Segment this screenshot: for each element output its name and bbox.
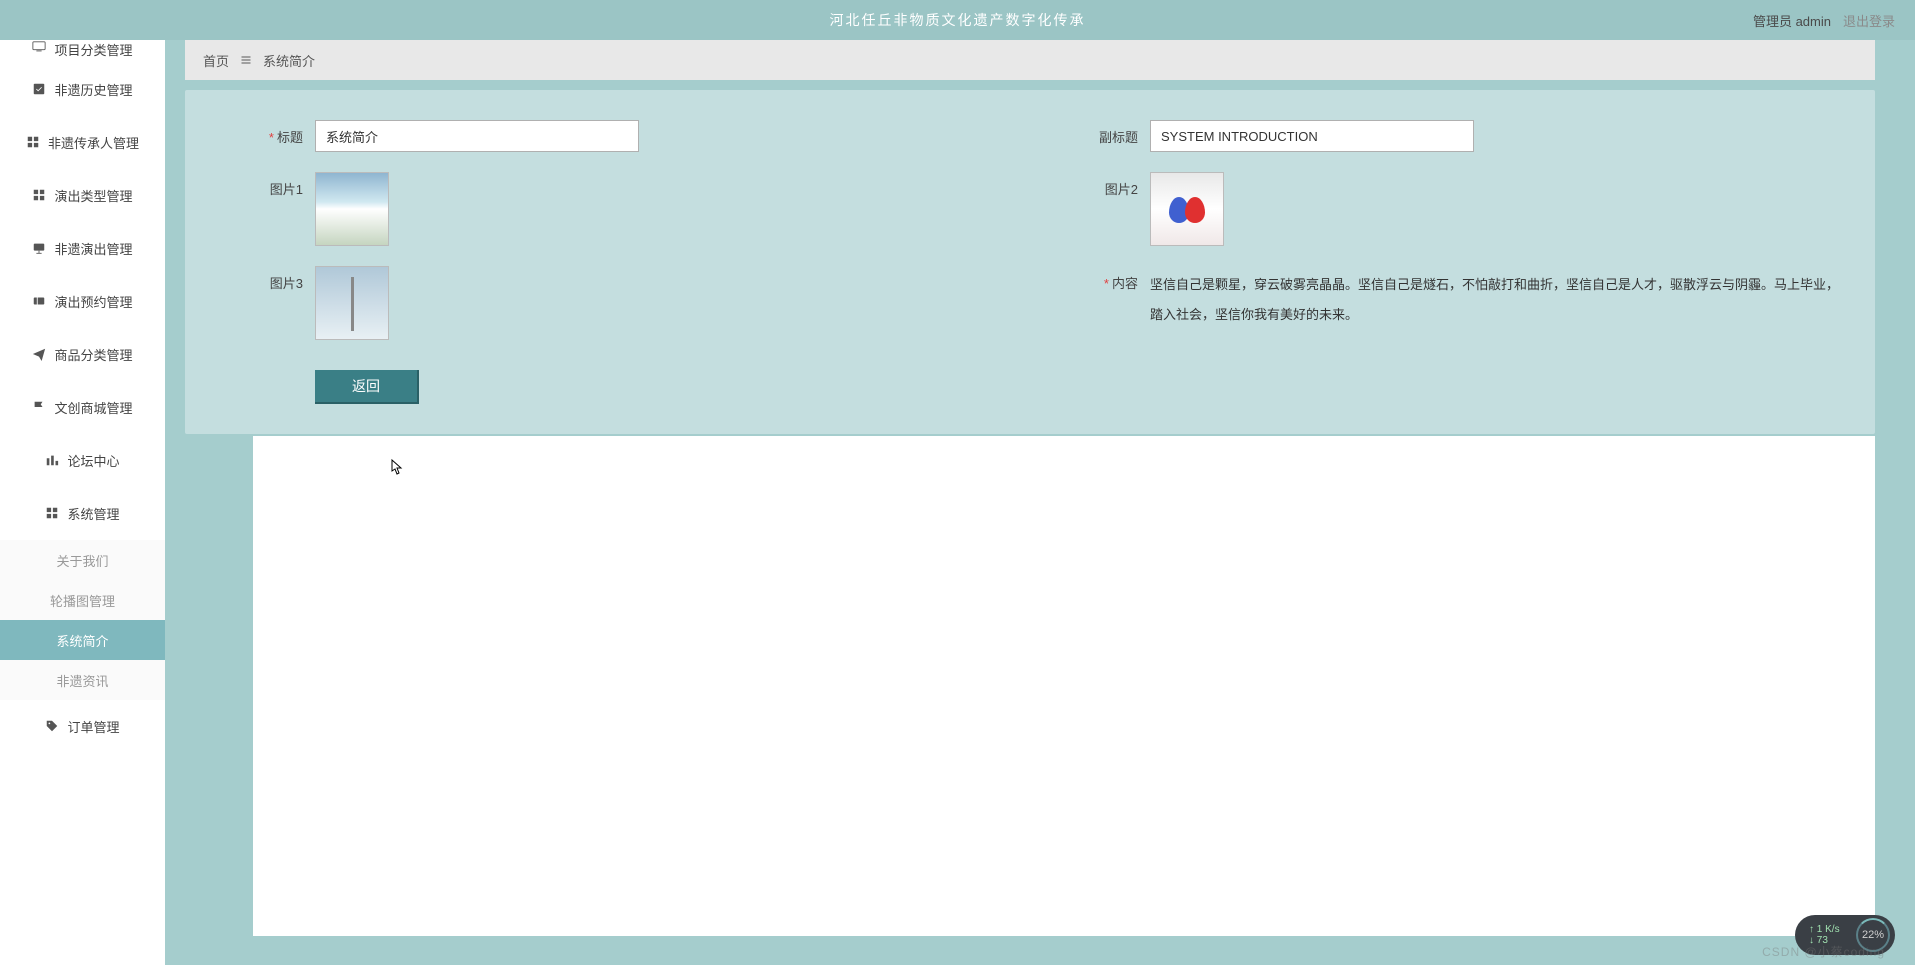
grid-icon xyxy=(45,506,59,520)
field-image2: 图片2 xyxy=(1050,172,1845,246)
image3-thumbnail[interactable] xyxy=(315,266,389,340)
sidebar: 项目分类管理 非遗历史管理 非遗传承人管理 演出类型管理 非遗演出管理 演出预约… xyxy=(0,40,165,965)
presentation-icon xyxy=(32,241,46,255)
breadcrumb-home[interactable]: 首页 xyxy=(203,51,229,70)
back-button[interactable]: 返回 xyxy=(315,370,419,404)
tag-icon xyxy=(45,719,59,733)
field-image3: 图片3 xyxy=(215,266,1010,340)
sidebar-item-heritage-history[interactable]: 非遗历史管理 xyxy=(0,63,165,115)
sidebar-sub-carousel[interactable]: 轮播图管理 xyxy=(0,580,165,620)
sidebar-item-creative-mall[interactable]: 文创商城管理 xyxy=(0,381,165,433)
sidebar-item-product-category[interactable]: 商品分类管理 xyxy=(0,328,165,380)
content-area: 首页 系统简介 *标题 副标题 图片1 xyxy=(165,40,1915,965)
sidebar-item-label: 商品分类管理 xyxy=(54,345,132,364)
top-header: 河北任丘非物质文化遗产数字化传承 管理员 admin 退出登录 xyxy=(0,0,1915,40)
sidebar-item-label: 论坛中心 xyxy=(67,451,119,470)
ticket-icon xyxy=(32,294,46,308)
send-icon xyxy=(32,347,46,361)
flag-icon xyxy=(32,400,46,414)
breadcrumb-separator-icon xyxy=(239,54,253,66)
title-input[interactable] xyxy=(315,120,639,152)
content-text: 坚信自己是颗星，穿云破雾亮晶晶。坚信自己是燧石，不怕敲打和曲折，坚信自己是人才，… xyxy=(1150,266,1845,330)
sidebar-item-inheritor[interactable]: 非遗传承人管理 xyxy=(0,116,165,168)
sidebar-item-forum[interactable]: 论坛中心 xyxy=(0,434,165,486)
sidebar-item-label: 非遗传承人管理 xyxy=(48,133,139,152)
subtitle-input[interactable] xyxy=(1150,120,1474,152)
sidebar-sub-heritage-news[interactable]: 非遗资讯 xyxy=(0,660,165,700)
sidebar-item-project-category[interactable]: 项目分类管理 xyxy=(0,40,165,62)
image1-thumbnail[interactable] xyxy=(315,172,389,246)
field-subtitle: 副标题 xyxy=(1050,120,1845,152)
bars-icon xyxy=(45,453,59,467)
field-content: *内容 坚信自己是颗星，穿云破雾亮晶晶。坚信自己是燧石，不怕敲打和曲折，坚信自己… xyxy=(1050,266,1845,340)
sidebar-item-label: 演出类型管理 xyxy=(54,186,132,205)
sidebar-item-orders[interactable]: 订单管理 xyxy=(0,700,165,752)
logout-link[interactable]: 退出登录 xyxy=(1843,11,1895,30)
breadcrumb-current: 系统简介 xyxy=(263,51,315,70)
sidebar-item-label: 订单管理 xyxy=(67,717,119,736)
header-user-area: 管理员 admin 退出登录 xyxy=(1753,11,1895,30)
watermark: CSDN @小蔡coding xyxy=(1762,943,1885,960)
monitor-icon xyxy=(32,40,46,54)
grid-icon xyxy=(32,188,46,202)
blank-area xyxy=(253,436,1875,936)
app-title: 河北任丘非物质文化遗产数字化传承 xyxy=(830,10,1086,30)
field-image1: 图片1 xyxy=(215,172,1010,246)
sidebar-item-label: 文创商城管理 xyxy=(54,398,132,417)
sidebar-item-show-booking[interactable]: 演出预约管理 xyxy=(0,275,165,327)
user-label[interactable]: 管理员 admin xyxy=(1753,11,1831,30)
sidebar-item-system[interactable]: 系统管理 xyxy=(0,487,165,539)
image2-thumbnail[interactable] xyxy=(1150,172,1224,246)
sidebar-item-show-type[interactable]: 演出类型管理 xyxy=(0,169,165,221)
sidebar-item-label: 系统管理 xyxy=(67,504,119,523)
sidebar-item-label: 项目分类管理 xyxy=(54,40,132,59)
field-title: *标题 xyxy=(215,120,1010,152)
sidebar-item-label: 非遗演出管理 xyxy=(54,239,132,258)
upload-speed: ↑ 1 K/s xyxy=(1809,924,1840,935)
sidebar-item-label: 演出预约管理 xyxy=(54,292,132,311)
grid-icon xyxy=(26,135,40,149)
sidebar-sub-system-intro[interactable]: 系统简介 xyxy=(0,620,165,660)
sidebar-item-label: 非遗历史管理 xyxy=(54,80,132,99)
form-panel: *标题 副标题 图片1 图片2 图片3 xyxy=(185,90,1875,434)
check-square-icon xyxy=(32,82,46,96)
sidebar-sub-about[interactable]: 关于我们 xyxy=(0,540,165,580)
sidebar-item-heritage-show[interactable]: 非遗演出管理 xyxy=(0,222,165,274)
breadcrumb: 首页 系统简介 xyxy=(185,40,1875,80)
